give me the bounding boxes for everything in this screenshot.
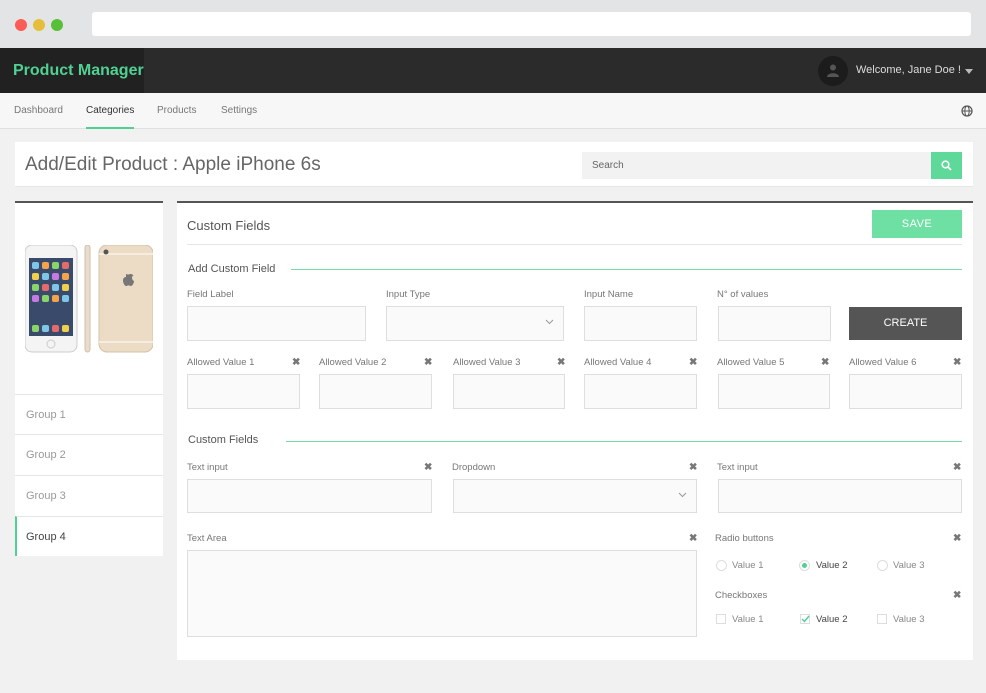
- main-nav: Dashboard Categories Products Settings: [0, 93, 986, 129]
- text-input-2[interactable]: [718, 479, 962, 513]
- chevron-down-icon: [545, 319, 554, 325]
- num-values-label: N° of values: [717, 289, 769, 300]
- input-name-label: Input Name: [584, 289, 634, 300]
- close-icon[interactable]: ✖: [689, 533, 697, 544]
- address-bar[interactable]: [92, 12, 971, 36]
- close-icon[interactable]: ✖: [557, 357, 565, 368]
- brand-logo[interactable]: Product Manager: [0, 48, 144, 93]
- radio-label-2[interactable]: Value 2: [816, 560, 848, 571]
- text-input-label-1: Text input: [187, 462, 228, 473]
- text-input-1[interactable]: [187, 479, 432, 513]
- allowed-value-label-1: Allowed Value 1: [187, 357, 255, 368]
- allowed-value-input-4[interactable]: [584, 374, 697, 409]
- allowed-value-label-6: Allowed Value 6: [849, 357, 917, 368]
- close-icon[interactable]: ✖: [424, 462, 432, 473]
- radio-value-3[interactable]: [877, 560, 888, 571]
- save-button[interactable]: SAVE: [872, 210, 962, 238]
- page-title: Add/Edit Product : Apple iPhone 6s: [25, 154, 321, 175]
- group-item-3[interactable]: Group 3: [15, 475, 163, 515]
- allowed-value-input-3[interactable]: [453, 374, 565, 409]
- close-icon[interactable]: ✖: [689, 357, 697, 368]
- checkbox-label-1[interactable]: Value 1: [732, 614, 764, 625]
- num-values-input[interactable]: [718, 306, 831, 341]
- product-image: [25, 245, 153, 353]
- radio-value-1[interactable]: [716, 560, 727, 571]
- input-name-input[interactable]: [584, 306, 697, 341]
- section-divider: [291, 269, 962, 270]
- search-icon: [941, 160, 952, 171]
- allowed-value-input-1[interactable]: [187, 374, 300, 409]
- close-window-dot[interactable]: [15, 19, 27, 31]
- nav-products[interactable]: Products: [157, 93, 196, 129]
- group-item-1[interactable]: Group 1: [15, 394, 163, 434]
- nav-settings[interactable]: Settings: [221, 93, 257, 129]
- checkbox-label-3[interactable]: Value 3: [893, 614, 925, 625]
- close-icon[interactable]: ✖: [424, 357, 432, 368]
- allowed-value-input-6[interactable]: [849, 374, 962, 409]
- close-icon[interactable]: ✖: [953, 357, 961, 368]
- radio-label-1[interactable]: Value 1: [732, 560, 764, 571]
- group-item-2[interactable]: Group 2: [15, 434, 163, 474]
- custom-fields-panel: Custom Fields SAVE Add Custom Field Fiel…: [177, 201, 973, 660]
- radio-value-2[interactable]: [799, 560, 810, 571]
- checkboxes-label: Checkboxes: [715, 590, 768, 601]
- app-header: Product Manager Welcome, Jane Doe !: [0, 48, 986, 93]
- close-icon[interactable]: ✖: [953, 590, 961, 601]
- search-input[interactable]: [582, 152, 932, 179]
- close-icon[interactable]: ✖: [689, 462, 697, 473]
- text-input-label-2: Text input: [717, 462, 758, 473]
- user-icon: [827, 64, 839, 77]
- browser-chrome: [0, 0, 986, 48]
- checkbox-value-3[interactable]: [877, 614, 887, 624]
- allowed-value-label-2: Allowed Value 2: [319, 357, 387, 368]
- close-icon[interactable]: ✖: [953, 462, 961, 473]
- welcome-text[interactable]: Welcome, Jane Doe !: [856, 48, 961, 93]
- divider: [187, 244, 962, 245]
- close-icon[interactable]: ✖: [953, 533, 961, 544]
- allowed-value-label-3: Allowed Value 3: [453, 357, 521, 368]
- group-item-4[interactable]: Group 4: [15, 516, 163, 556]
- nav-dashboard[interactable]: Dashboard: [14, 93, 63, 129]
- field-label-input[interactable]: [187, 306, 366, 341]
- nav-categories[interactable]: Categories: [86, 93, 135, 129]
- chevron-down-icon: [678, 492, 687, 498]
- add-custom-field-title: Add Custom Field: [188, 263, 276, 275]
- section-divider: [286, 441, 962, 442]
- radio-label-3[interactable]: Value 3: [893, 560, 925, 571]
- caret-down-icon[interactable]: [965, 69, 973, 74]
- search-button[interactable]: [931, 152, 962, 179]
- minimize-window-dot[interactable]: [33, 19, 45, 31]
- panel-title: Custom Fields: [187, 218, 271, 233]
- allowed-value-input-5[interactable]: [718, 374, 830, 409]
- checkbox-label-2[interactable]: Value 2: [816, 614, 848, 625]
- avatar[interactable]: [818, 56, 848, 86]
- input-type-select[interactable]: [386, 306, 564, 341]
- text-area[interactable]: [187, 550, 697, 637]
- checkbox-value-2[interactable]: [800, 614, 810, 624]
- close-icon[interactable]: ✖: [292, 357, 300, 368]
- check-icon: [801, 615, 810, 623]
- close-icon[interactable]: ✖: [821, 357, 829, 368]
- allowed-value-label-5: Allowed Value 5: [717, 357, 785, 368]
- maximize-window-dot[interactable]: [51, 19, 63, 31]
- dropdown-label: Dropdown: [452, 462, 496, 473]
- product-sidebar: Group 1 Group 2 Group 3 Group 4: [15, 201, 163, 556]
- input-type-label: Input Type: [386, 289, 431, 300]
- dropdown-select[interactable]: [453, 479, 697, 513]
- radio-buttons-label: Radio buttons: [715, 533, 774, 544]
- allowed-value-label-4: Allowed Value 4: [584, 357, 652, 368]
- create-button[interactable]: CREATE: [849, 307, 962, 340]
- custom-fields-title: Custom Fields: [188, 434, 259, 446]
- page-header: Add/Edit Product : Apple iPhone 6s: [15, 142, 973, 187]
- text-area-label: Text Area: [187, 533, 227, 544]
- field-label-label: Field Label: [187, 289, 234, 300]
- checkbox-value-1[interactable]: [716, 614, 726, 624]
- globe-icon[interactable]: [961, 105, 973, 117]
- allowed-value-input-2[interactable]: [319, 374, 432, 409]
